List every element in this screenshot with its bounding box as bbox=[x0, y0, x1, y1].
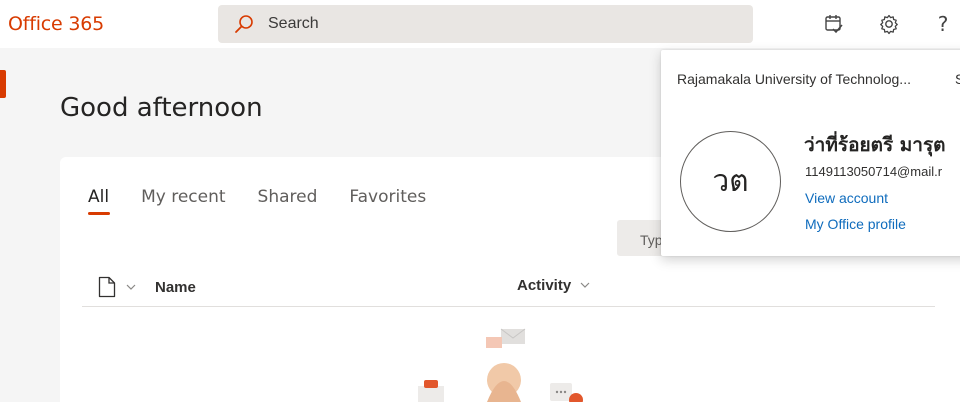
column-header-name[interactable]: Name bbox=[155, 279, 196, 296]
chevron-down-icon[interactable] bbox=[580, 281, 590, 289]
organization-name: Rajamakala University of Technolog... bbox=[677, 71, 911, 87]
empty-state-illustration bbox=[418, 328, 583, 402]
tasks-icon[interactable] bbox=[822, 12, 846, 36]
view-account-link[interactable]: View account bbox=[805, 190, 888, 206]
search-box[interactable]: Search bbox=[218, 5, 753, 43]
user-email: 1149113050714@mail.r bbox=[805, 164, 943, 179]
chevron-down-icon[interactable] bbox=[126, 283, 136, 291]
office-365-logo-text[interactable]: Office 365 bbox=[8, 13, 104, 35]
page-greeting: Good afternoon bbox=[60, 93, 263, 123]
file-type-icon[interactable] bbox=[98, 276, 116, 298]
document-tabs: All My recent Shared Favorites bbox=[88, 187, 458, 215]
avatar[interactable]: วต bbox=[680, 131, 781, 232]
column-header-activity[interactable]: Activity bbox=[517, 277, 571, 294]
account-manager-panel: Rajamakala University of Technolog... S … bbox=[661, 50, 960, 256]
search-placeholder: Search bbox=[268, 15, 319, 32]
tab-favorites[interactable]: Favorites bbox=[349, 187, 426, 215]
sign-out-link[interactable]: S bbox=[955, 71, 960, 87]
my-office-profile-link[interactable]: My Office profile bbox=[805, 216, 906, 232]
left-rail-active-marker bbox=[0, 70, 6, 98]
file-list-header: Name Activity bbox=[82, 265, 935, 307]
search-icon bbox=[235, 15, 253, 33]
user-display-name: ว่าที่ร้อยตรี มารุต bbox=[804, 134, 946, 156]
tab-shared[interactable]: Shared bbox=[258, 187, 318, 215]
help-question-icon[interactable]: ? bbox=[931, 12, 955, 36]
top-bar: Office 365 Search ? bbox=[0, 0, 960, 48]
settings-gear-icon[interactable] bbox=[877, 12, 901, 36]
tab-all[interactable]: All bbox=[88, 187, 111, 215]
tab-my-recent[interactable]: My recent bbox=[141, 187, 225, 215]
